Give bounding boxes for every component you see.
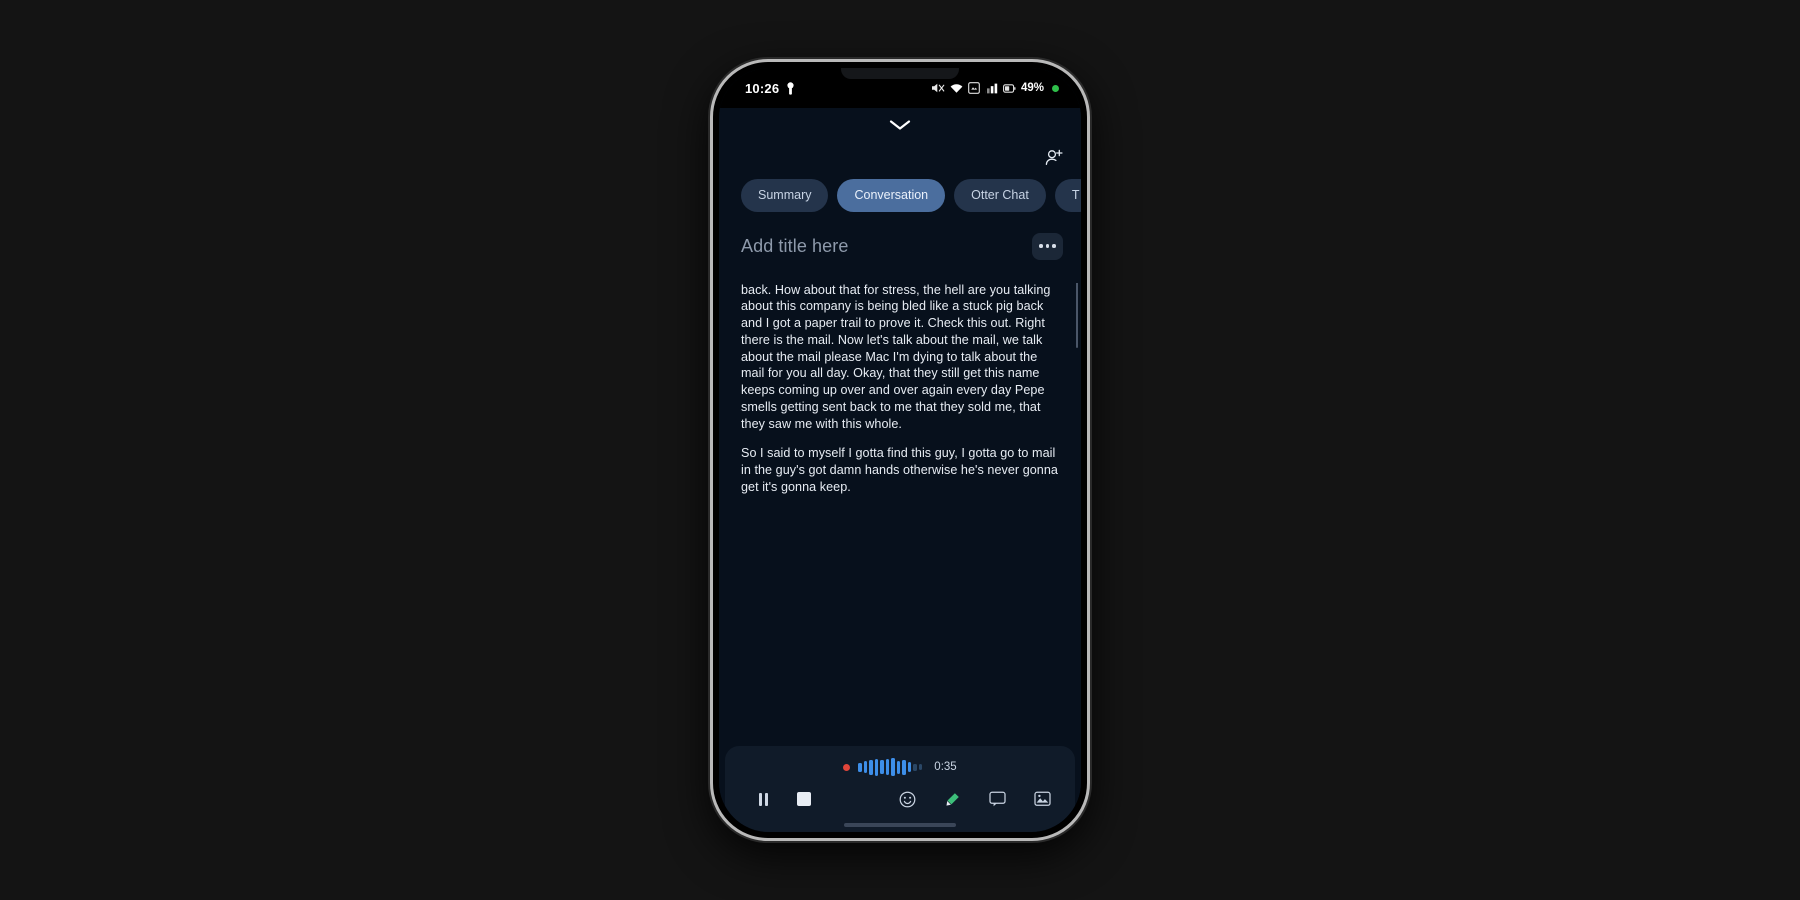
waveform-bar xyxy=(918,764,923,770)
note-title[interactable]: Add title here xyxy=(741,236,848,257)
phone-device-frame: 10:26 49% Summary Conversation Otter Cha… xyxy=(710,59,1090,841)
waveform-bar xyxy=(863,761,868,773)
waveform-row: 0:35 xyxy=(725,752,1075,782)
cell-signal-icon xyxy=(985,83,998,94)
status-time: 10:26 xyxy=(745,80,780,96)
mute-icon xyxy=(931,82,945,94)
key-icon xyxy=(786,81,795,95)
waveform-bar xyxy=(913,763,917,771)
recording-dot-icon xyxy=(1052,84,1059,92)
add-people-row xyxy=(719,142,1081,172)
transcript-scroll-area[interactable]: their Okay, I stumbled onto a major comp… xyxy=(719,274,1081,746)
highlight-icon[interactable] xyxy=(944,791,961,808)
tab-otter-chat-label: Otter Chat xyxy=(971,188,1029,202)
recording-timer: 0:35 xyxy=(934,761,957,773)
audio-waveform xyxy=(858,758,923,776)
waveform-bar xyxy=(874,758,879,776)
tab-summary[interactable]: Summary xyxy=(741,178,829,212)
home-indicator[interactable] xyxy=(844,823,956,827)
waveform-bar xyxy=(907,762,912,772)
waveform-bar xyxy=(896,760,901,774)
waveform-bar xyxy=(891,758,895,776)
stop-icon[interactable] xyxy=(789,792,819,806)
image-icon[interactable] xyxy=(1034,791,1051,807)
waveform-bar xyxy=(885,759,890,775)
screenshot-icon xyxy=(968,82,980,94)
recording-actions xyxy=(899,791,1051,808)
waveform-bar xyxy=(858,762,862,772)
collapse-handle[interactable] xyxy=(719,108,1081,142)
recording-dot-icon xyxy=(843,763,851,771)
tab-takeaways[interactable]: T xyxy=(1054,178,1081,212)
waveform-bar xyxy=(902,759,906,775)
recording-controls xyxy=(725,782,1075,816)
note-title-row: Add title here xyxy=(719,218,1081,274)
status-bar-right: 49% xyxy=(931,82,1059,94)
battery-percent: 49% xyxy=(1020,82,1044,94)
waveform-bar xyxy=(880,760,884,774)
home-indicator-area xyxy=(725,818,1075,832)
tab-summary-label: Summary xyxy=(758,188,812,202)
transcript-paragraph: their Okay, I stumbled onto a major comp… xyxy=(741,274,1057,431)
volume-down-button[interactable] xyxy=(710,322,712,368)
chevron-down-icon[interactable] xyxy=(889,119,911,131)
otter-note-screen: Summary Conversation Otter Chat T Add ti… xyxy=(719,108,1081,832)
transcript-paragraph: So I said to myself I gotta find this gu… xyxy=(741,446,1058,494)
tab-conversation[interactable]: Conversation xyxy=(837,178,946,212)
silent-switch[interactable] xyxy=(710,212,712,240)
overflow-menu-icon[interactable] xyxy=(1032,232,1063,260)
add-person-icon[interactable] xyxy=(1044,149,1063,166)
volume-up-button[interactable] xyxy=(710,262,712,308)
comment-icon[interactable] xyxy=(989,791,1006,807)
tab-conversation-label: Conversation xyxy=(854,188,929,202)
pause-icon[interactable] xyxy=(749,792,777,806)
battery-icon xyxy=(1003,83,1016,94)
status-bar-left: 10:26 xyxy=(745,81,795,96)
phone-screen: 10:26 49% Summary Conversation Otter Cha… xyxy=(719,68,1081,832)
recording-bar: 0:35 xyxy=(725,746,1075,818)
scrollbar-thumb[interactable] xyxy=(1075,274,1078,348)
emoji-icon[interactable] xyxy=(899,791,916,808)
transcript-top-fade xyxy=(719,274,1081,283)
status-bar: 10:26 49% xyxy=(719,68,1081,108)
tab-bar[interactable]: Summary Conversation Otter Chat T xyxy=(719,172,1081,218)
wifi-icon xyxy=(950,83,963,94)
tab-otter-chat[interactable]: Otter Chat xyxy=(954,178,1046,212)
power-button[interactable] xyxy=(1088,294,1090,360)
display-notch xyxy=(841,68,959,79)
waveform-bar xyxy=(869,759,873,775)
screenshot-canvas: 10:26 49% Summary Conversation Otter Cha… xyxy=(0,0,1800,900)
tab-takeaways-label: T xyxy=(1071,188,1080,202)
